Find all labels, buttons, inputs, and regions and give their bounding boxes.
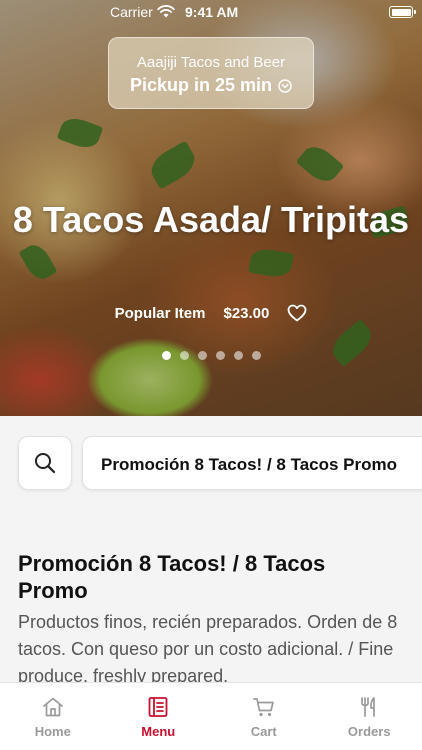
carousel-dot[interactable]: [161, 351, 171, 360]
tab-cart-label: Cart: [250, 724, 277, 739]
orders-icon: [361, 697, 376, 717]
menu-icon: [148, 697, 168, 717]
category-selector[interactable]: Promoción 8 Tacos! / 8 Tacos Promo: [82, 436, 422, 490]
search-button[interactable]: [18, 436, 72, 490]
carousel-dot[interactable]: [197, 351, 207, 360]
carousel-dot[interactable]: [215, 351, 225, 360]
section-description: Productos finos, recién preparados. Orde…: [18, 612, 398, 686]
carrier-label: Carrier: [110, 4, 153, 20]
cart-icon: [252, 698, 274, 717]
tab-menu[interactable]: Menu: [106, 683, 212, 750]
tab-bar: Home Menu Cart Orders: [0, 682, 422, 750]
carousel-dot[interactable]: [251, 351, 261, 360]
restaurant-name: Aaajiji Tacos and Beer: [136, 54, 286, 71]
status-bar: Carrier 9:41 AM: [0, 0, 422, 24]
search-icon: [35, 453, 56, 474]
popular-badge: Popular Item: [114, 304, 206, 322]
heart-icon[interactable]: [287, 304, 307, 322]
item-title: 8 Tacos Asada/ Tripitas: [12, 199, 410, 240]
item-meta: Popular Item $23.00: [0, 304, 422, 322]
hero-image: Carrier 9:41 AM Aaajiji Tacos and Beer P…: [0, 0, 422, 416]
home-icon: [42, 697, 63, 717]
restaurant-pickup-selector[interactable]: Aaajiji Tacos and Beer Pickup in 25 min: [108, 37, 314, 109]
chevron-down-circle-icon: [278, 78, 292, 93]
pickup-time: Pickup in 25 min: [129, 75, 273, 95]
carousel-dot[interactable]: [179, 351, 189, 360]
wifi-icon: [157, 5, 175, 18]
battery-icon: [389, 6, 416, 18]
carousel-dots[interactable]: [0, 351, 422, 360]
tab-home-label: Home: [34, 724, 71, 739]
tab-cart[interactable]: Cart: [211, 683, 317, 750]
carousel-dot[interactable]: [233, 351, 243, 360]
tab-home[interactable]: Home: [0, 683, 106, 750]
tab-orders[interactable]: Orders: [317, 683, 422, 750]
item-price: $23.00: [223, 304, 270, 322]
section-title: Promoción 8 Tacos! / 8 Tacos Promo: [18, 551, 326, 603]
clock: 9:41 AM: [185, 4, 239, 20]
tab-menu-label: Menu: [141, 724, 176, 739]
tab-orders-label: Orders: [347, 724, 391, 739]
